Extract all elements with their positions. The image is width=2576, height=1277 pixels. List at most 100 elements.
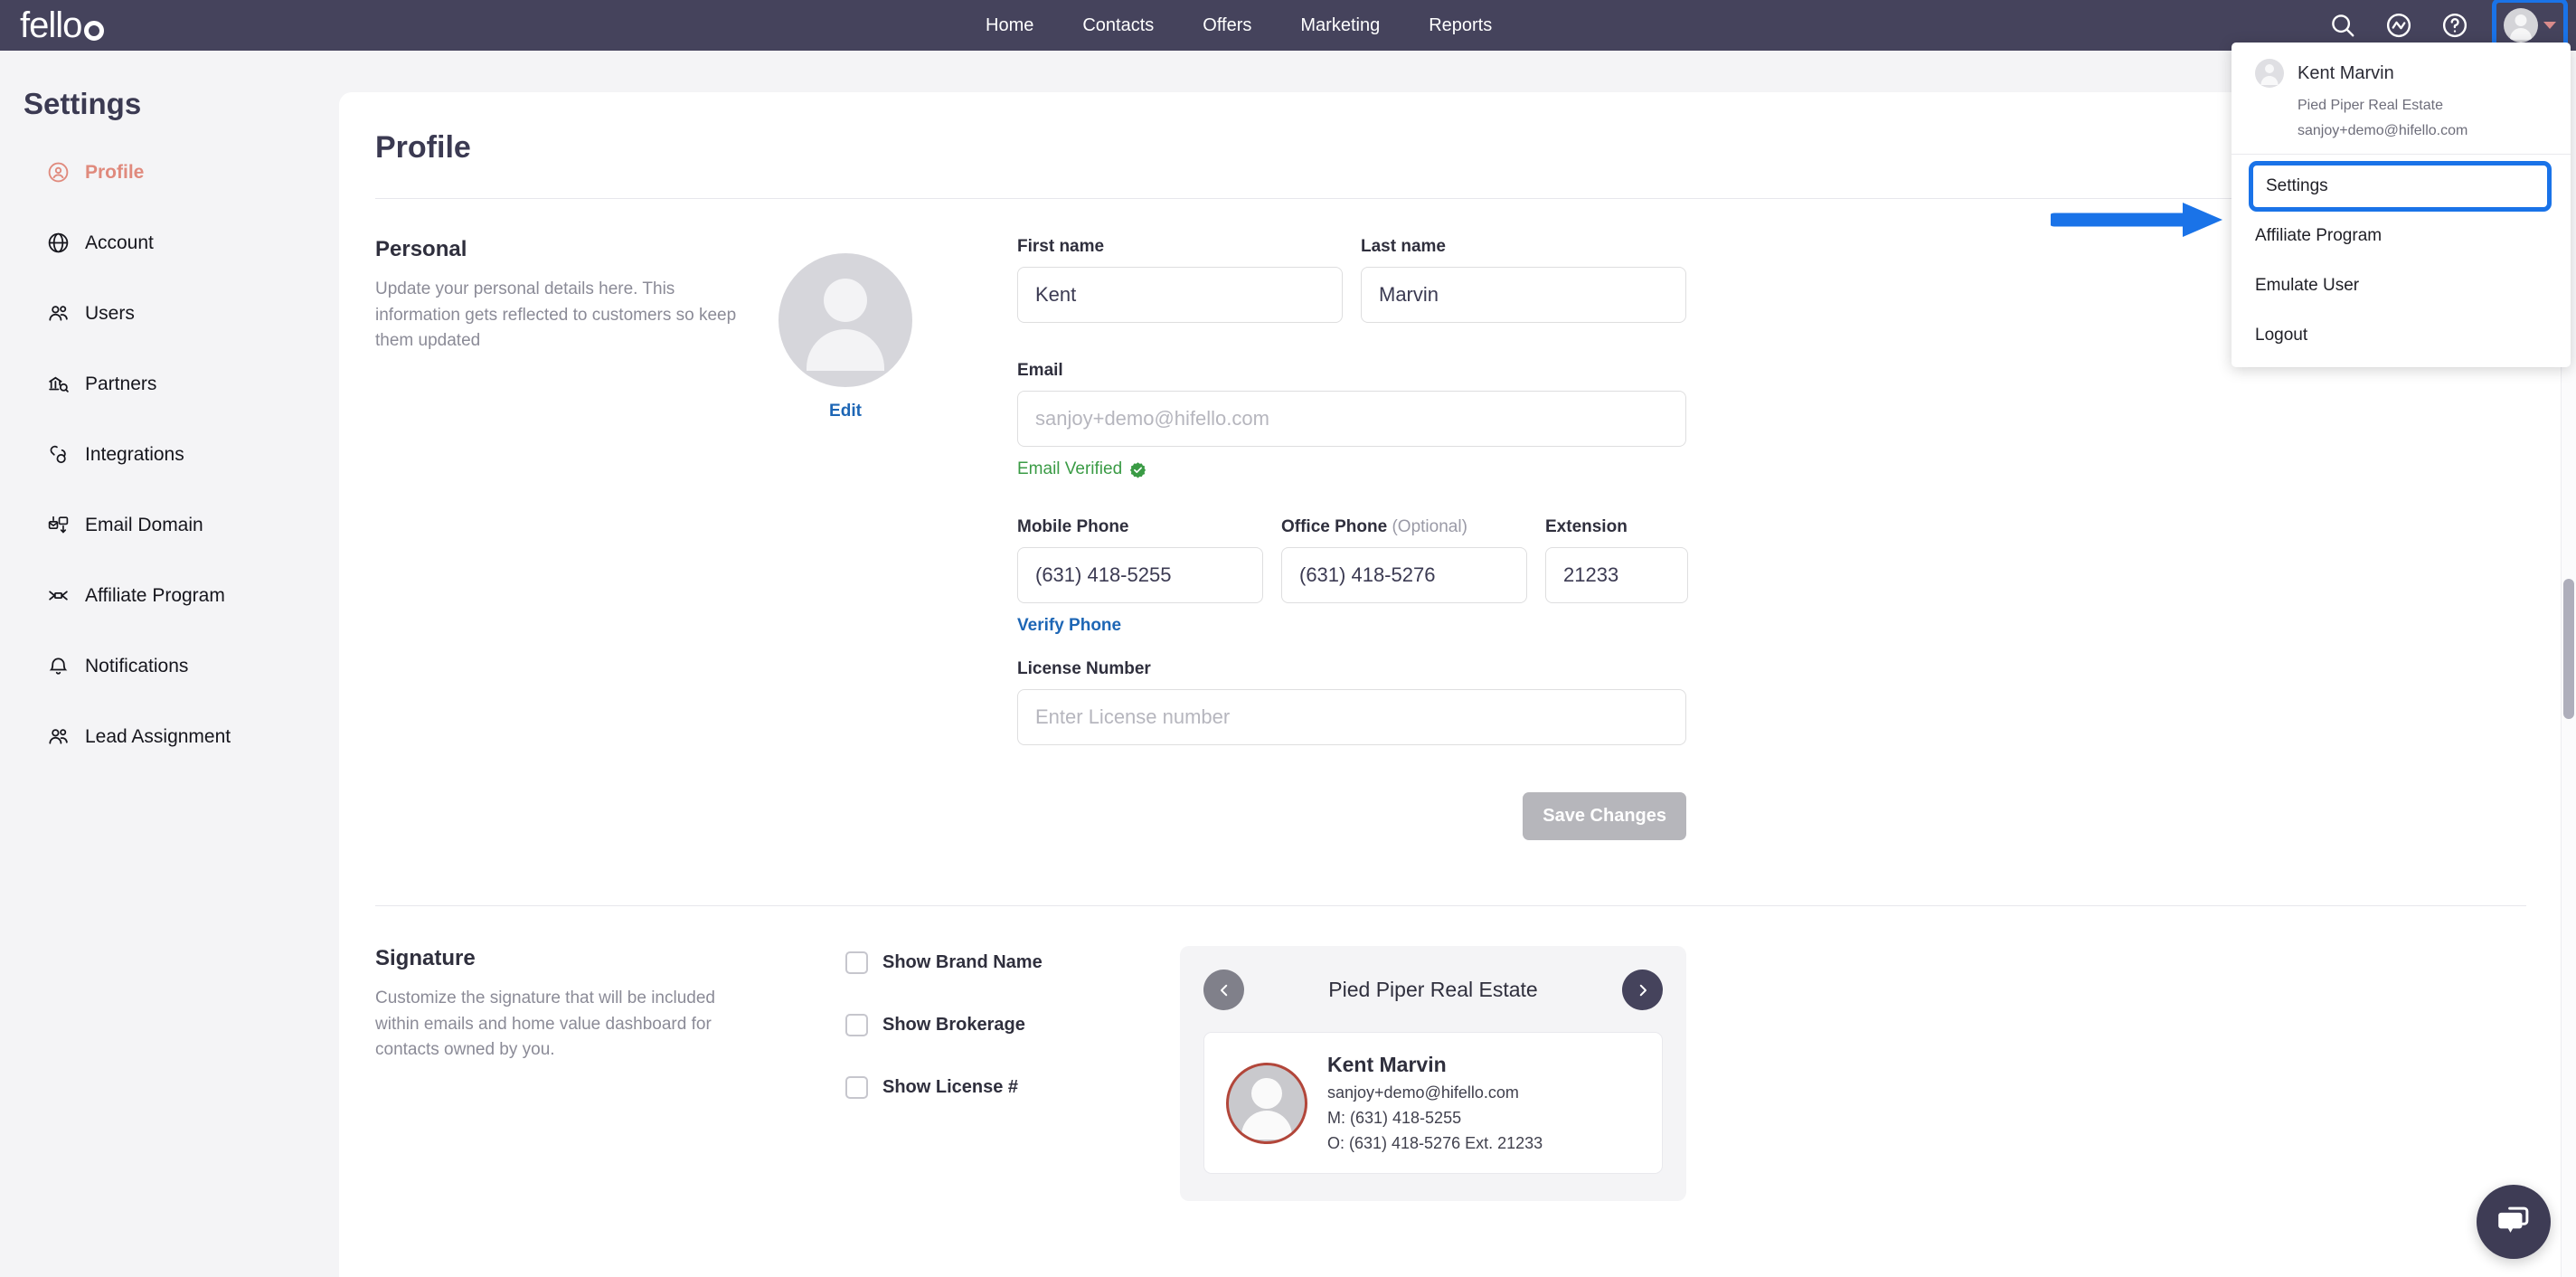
user-avatar-menu-button[interactable] <box>2492 0 2568 52</box>
settings-sidebar: Settings Profile Account Users Partners … <box>0 51 339 1277</box>
license-number-input[interactable] <box>1017 689 1686 745</box>
sidebar-item-label: Lead Assignment <box>85 725 231 747</box>
profile-avatar[interactable] <box>778 253 912 387</box>
personal-description: Update your personal details here. This … <box>375 279 737 350</box>
menu-item-logout[interactable]: Logout <box>2232 315 2571 356</box>
carousel-next-button[interactable] <box>1622 970 1663 1010</box>
signature-mobile: M: (631) 418-5255 <box>1327 1109 1462 1127</box>
mobile-phone-input[interactable] <box>1017 547 1263 603</box>
sidebar-item-account[interactable]: Account <box>0 222 339 263</box>
fello-logo[interactable]: fello <box>20 5 105 45</box>
signature-name: Kent Marvin <box>1327 1053 1447 1076</box>
sidebar-item-integrations[interactable]: Integrations <box>0 434 339 475</box>
sidebar-item-profile[interactable]: Profile <box>0 152 339 193</box>
profile-photo-column: Edit <box>755 237 936 840</box>
checkbox-box[interactable] <box>845 1014 868 1036</box>
personal-section-info: Personal Update your personal details he… <box>375 237 755 840</box>
personal-section: Personal Update your personal details he… <box>339 199 2562 840</box>
page-scrollbar-thumb[interactable] <box>2563 579 2574 719</box>
sidebar-item-users[interactable]: Users <box>0 293 339 334</box>
email-verified-status: Email Verified <box>1017 459 2526 479</box>
logo-text: fello <box>20 5 82 45</box>
users-icon <box>47 725 70 748</box>
sidebar-item-affiliate-program[interactable]: Affiliate Program <box>0 575 339 616</box>
dropdown-avatar <box>2255 59 2284 88</box>
sidebar-item-label: Notifications <box>85 655 189 676</box>
nav-link-reports[interactable]: Reports <box>1429 15 1492 36</box>
personal-heading: Personal <box>375 237 467 261</box>
sidebar-item-label: Email Domain <box>85 514 203 535</box>
signature-email: sanjoy+demo@hifello.com <box>1327 1083 1519 1102</box>
sidebar-item-notifications[interactable]: Notifications <box>0 646 339 686</box>
dropdown-company: Pied Piper Real Estate <box>2298 98 2443 113</box>
nav-link-contacts[interactable]: Contacts <box>1082 15 1154 36</box>
dropdown-profile-header: Kent Marvin Pied Piper Real Estate sanjo… <box>2232 43 2571 155</box>
first-name-group: First name <box>1017 237 1343 323</box>
dropdown-user-name: Kent Marvin <box>2298 62 2394 83</box>
checkbox-show-brokerage[interactable]: Show Brokerage <box>845 1014 1180 1036</box>
checkbox-box[interactable] <box>845 951 868 974</box>
avatar <box>2504 8 2538 43</box>
menu-item-settings[interactable]: Settings <box>2249 161 2552 212</box>
verify-phone-link[interactable]: Verify Phone <box>1017 616 1263 636</box>
top-navigation-bar: fello Home Contacts Offers Marketing Rep… <box>0 0 2576 52</box>
extension-group: Extension <box>1545 517 1688 636</box>
checkbox-show-license[interactable]: Show License # <box>845 1076 1180 1099</box>
sidebar-item-label: Account <box>85 232 154 253</box>
email-input[interactable] <box>1017 391 1686 447</box>
carousel-prev-button[interactable] <box>1203 970 1244 1010</box>
license-number-group: License Number <box>1017 659 2526 745</box>
last-name-group: Last name <box>1361 237 1686 323</box>
signature-carousel-header: Pied Piper Real Estate <box>1203 970 1663 1010</box>
signature-brand-name: Pied Piper Real Estate <box>1328 978 1538 1001</box>
annotation-arrow-to-settings <box>2047 199 2232 241</box>
chat-bubble-icon[interactable] <box>2477 1185 2551 1259</box>
search-icon[interactable] <box>2328 11 2357 40</box>
nav-link-home[interactable]: Home <box>986 15 1033 36</box>
sidebar-item-partners[interactable]: Partners <box>0 364 339 404</box>
nav-right-icons <box>2328 0 2568 52</box>
affiliate-icon <box>47 584 70 607</box>
sidebar-item-label: Users <box>85 302 135 324</box>
checkbox-show-brand-name[interactable]: Show Brand Name <box>845 951 1180 974</box>
profile-content-card: Profile Personal Update your personal de… <box>339 92 2562 1277</box>
checkbox-label: Show Brokerage <box>882 1015 1025 1035</box>
email-domain-icon <box>47 514 70 536</box>
edit-photo-link[interactable]: Edit <box>829 402 862 421</box>
save-changes-button[interactable]: Save Changes <box>1523 792 1686 840</box>
first-name-label: First name <box>1017 237 1105 256</box>
globe-icon <box>47 232 70 254</box>
nav-link-marketing[interactable]: Marketing <box>1300 15 1380 36</box>
users-icon <box>47 302 70 325</box>
signature-avatar <box>1226 1062 1307 1144</box>
help-icon[interactable] <box>2440 11 2469 40</box>
sidebar-item-email-domain[interactable]: Email Domain <box>0 505 339 545</box>
bell-icon <box>47 655 70 677</box>
logo-ring-icon <box>84 21 105 41</box>
menu-item-affiliate-program[interactable]: Affiliate Program <box>2232 215 2571 257</box>
office-phone-input[interactable] <box>1281 547 1527 603</box>
checkbox-box[interactable] <box>845 1076 868 1099</box>
last-name-input[interactable] <box>1361 267 1686 323</box>
link-icon <box>47 443 70 466</box>
signature-description: Customize the signature that will be inc… <box>375 988 715 1059</box>
license-number-label: License Number <box>1017 659 1151 678</box>
activity-icon[interactable] <box>2384 11 2413 40</box>
first-name-input[interactable] <box>1017 267 1343 323</box>
last-name-label: Last name <box>1361 237 1446 256</box>
extension-input[interactable] <box>1545 547 1688 603</box>
chevron-down-icon <box>2543 22 2556 29</box>
mobile-phone-label: Mobile Phone <box>1017 517 1129 536</box>
checkbox-label: Show License # <box>882 1077 1019 1097</box>
nav-link-offers[interactable]: Offers <box>1203 15 1251 36</box>
mobile-phone-group: Mobile Phone Verify Phone <box>1017 517 1263 636</box>
user-dropdown-menu: Kent Marvin Pied Piper Real Estate sanjo… <box>2232 43 2571 367</box>
sidebar-item-label: Affiliate Program <box>85 584 225 606</box>
menu-item-emulate-user[interactable]: Emulate User <box>2232 265 2571 307</box>
email-group: Email Email Verified <box>1017 361 2526 479</box>
sidebar-item-lead-assignment[interactable]: Lead Assignment <box>0 716 339 757</box>
extension-label: Extension <box>1545 517 1628 536</box>
user-circle-icon <box>47 161 70 184</box>
sidebar-title: Settings <box>24 87 142 120</box>
sidebar-item-label: Profile <box>85 161 145 183</box>
